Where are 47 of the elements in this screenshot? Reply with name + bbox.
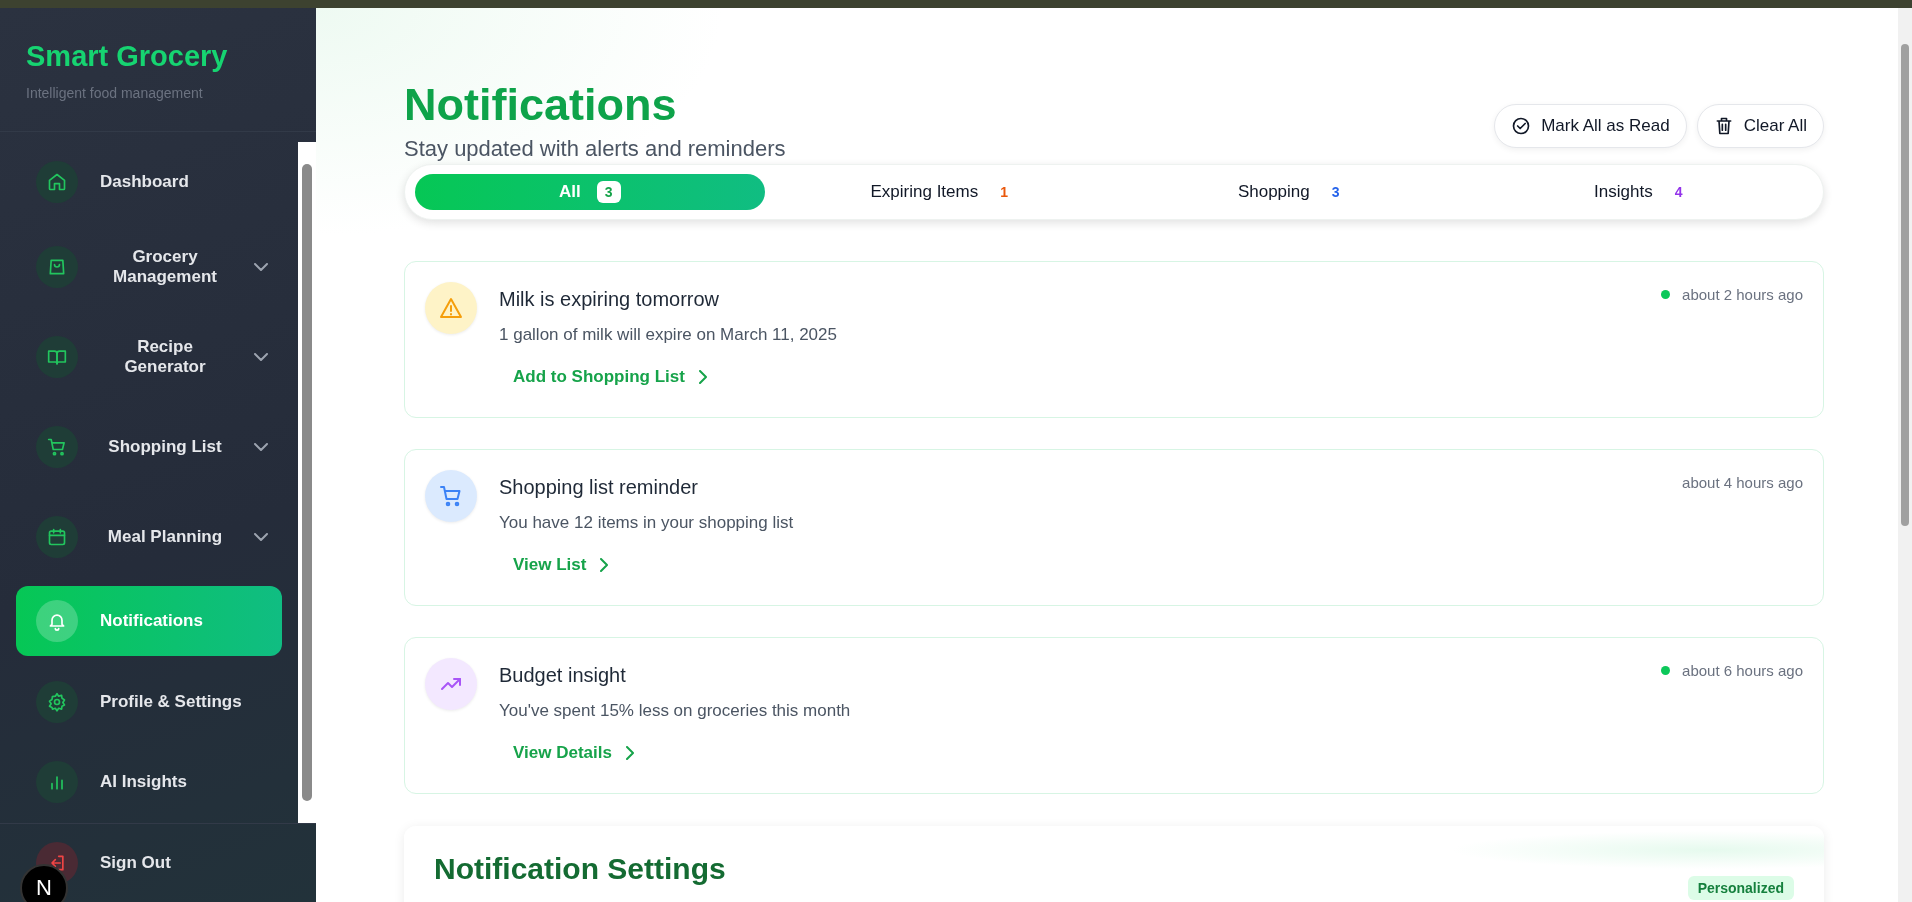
notification-message: You've spent 15% less on groceries this month — [499, 700, 852, 721]
warning-icon — [439, 295, 463, 320]
notification-title: Milk is expiring tomorrow — [499, 287, 721, 311]
notification-message: 1 gallon of milk will expire on March 11, 2025 — [499, 324, 838, 345]
sidebar-item[interactable]: Profile & Settings — [16, 662, 282, 742]
dev-tools-badge[interactable]: N — [20, 864, 68, 902]
bell-icon — [47, 611, 67, 631]
timestamp: about 6 hours ago — [1682, 661, 1803, 679]
filter-tab[interactable]: Insights 4 — [1463, 173, 1813, 210]
count-badge: 3 — [596, 180, 621, 203]
timestamp: about 4 hours ago — [1682, 473, 1803, 491]
status-badge: Personalized — [1687, 875, 1794, 900]
filter-tab[interactable]: Shopping 3 — [1114, 173, 1464, 210]
sidebar-item[interactable]: Recipe Generator — [16, 312, 282, 402]
page-scrollbar[interactable] — [1898, 8, 1912, 902]
cart-icon — [47, 437, 67, 457]
app-logo: Smart Grocery — [26, 40, 229, 73]
sidebar-item[interactable]: AI Insights — [16, 742, 282, 822]
cart-icon — [439, 483, 463, 508]
count-label: 1 — [1000, 183, 1008, 200]
chevron-right-icon — [625, 745, 634, 760]
bag-icon — [47, 257, 67, 277]
chevron-right-icon — [600, 557, 609, 572]
app-tagline: Intelligent food management — [26, 85, 204, 101]
sidebar-item[interactable]: Shopping List — [16, 402, 282, 492]
settings-icon — [47, 692, 67, 712]
sidebar-item[interactable]: Grocery Management — [16, 222, 282, 312]
sidebar-item[interactable]: Dashboard — [16, 142, 282, 222]
check-circle-icon — [1511, 115, 1532, 136]
toolbar-button[interactable]: Clear All — [1696, 103, 1824, 148]
scrollbar[interactable] — [298, 142, 316, 823]
page-subtitle: Stay updated with alerts and reminders — [404, 135, 786, 162]
count-label: 4 — [1674, 183, 1683, 200]
count-label: 3 — [1331, 183, 1340, 200]
book-icon — [47, 347, 67, 367]
notification-message: You have 12 items in your shopping list — [499, 512, 795, 533]
toolbar-button[interactable]: Mark All as Read — [1494, 103, 1687, 148]
section-title: Notification Settings — [434, 851, 726, 886]
calendar-icon — [47, 527, 67, 547]
sidebar-item[interactable]: Meal Planning — [16, 492, 282, 582]
chevron-right-icon — [698, 369, 707, 384]
house-icon — [47, 172, 67, 192]
timestamp: about 2 hours ago — [1682, 285, 1803, 303]
notification-title: Shopping list reminder — [499, 475, 699, 499]
page-title: Notifications — [404, 80, 678, 130]
notification-title: Budget insight — [499, 663, 627, 687]
filter-tab[interactable]: Expiring Items 1 — [764, 173, 1114, 210]
